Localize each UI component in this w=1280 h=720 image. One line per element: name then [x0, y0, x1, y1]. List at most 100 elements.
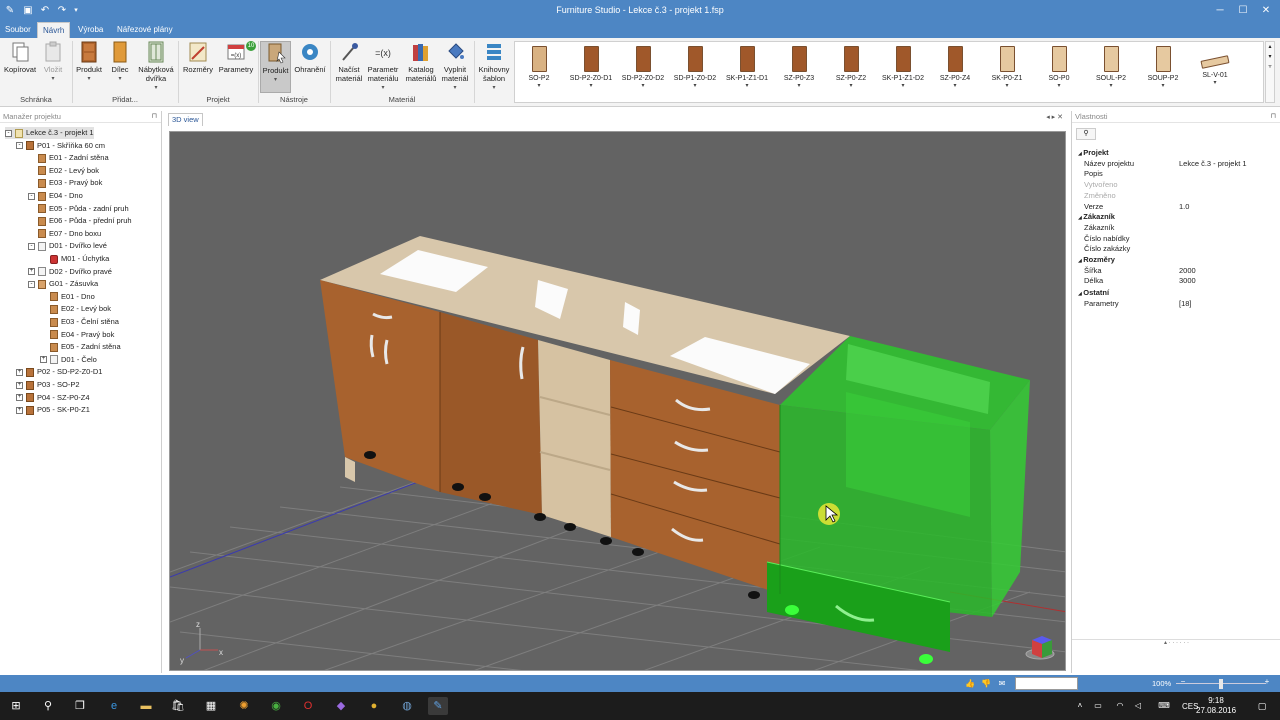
property-value[interactable] [1179, 191, 1274, 201]
gallery-item[interactable]: SK-P1-Z1-D2 ▾ [877, 46, 929, 89]
view-tab-nav[interactable]: ◂ ▸ ✕ [1046, 113, 1063, 121]
gallery-scrollbar[interactable]: ▴ ▾ ▿ [1265, 41, 1275, 103]
property-value[interactable] [1179, 234, 1274, 244]
chevron-down-icon[interactable]: ▾ [1137, 82, 1189, 89]
tab-3d-view[interactable]: 3D view [168, 113, 203, 126]
opera-icon[interactable]: O [298, 697, 318, 715]
expand-icon[interactable]: + [16, 368, 23, 376]
tree-item[interactable]: M01 - Úchytka [40, 253, 109, 265]
properties-toolbar-icon[interactable]: ⚲ [1076, 128, 1096, 140]
edge-browser-icon[interactable]: e [104, 697, 124, 715]
paste-button[interactable]: Vložit ▾ [38, 41, 68, 84]
collapse-icon[interactable]: - [28, 280, 35, 288]
tab-narezove-plany[interactable]: Nářezové plány [112, 22, 178, 38]
property-category[interactable]: ◢ Zákazník [1078, 212, 1115, 222]
tree-item[interactable]: E02 - Levý bok [28, 165, 99, 177]
property-value[interactable]: 1.0 [1179, 202, 1274, 212]
zoom-in-icon[interactable]: + [1262, 677, 1272, 686]
property-value[interactable] [1179, 244, 1274, 254]
tree-item[interactable]: E05 - Půda - zadní pruh [28, 203, 129, 215]
chevron-down-icon[interactable]: ▾ [929, 82, 981, 89]
tray-expand-icon[interactable]: ˄ [1070, 697, 1090, 715]
load-material-button[interactable]: Načíst materiál [333, 41, 365, 83]
tree-item[interactable]: E05 - Zadní stěna [40, 341, 121, 353]
3d-viewport[interactable]: z x y [169, 131, 1066, 671]
edging-button[interactable]: Ohranění [293, 41, 327, 74]
tree-item[interactable]: + D02 - Dvířko pravé [28, 266, 112, 278]
cabinet-p04-drawers[interactable] [610, 360, 780, 594]
keyboard-icon[interactable]: ⌨ [1154, 697, 1174, 715]
gallery-item[interactable]: SD-P1-Z0-D2 ▾ [669, 46, 721, 89]
copy-button[interactable]: Kopírovat [2, 41, 38, 74]
chevron-down-icon[interactable]: ▾ [565, 82, 617, 89]
chevron-down-icon[interactable]: ▾ [1033, 82, 1085, 89]
tree-item[interactable]: E06 - Půda - přední pruh [28, 215, 132, 227]
tree-item[interactable]: - D01 - Dvířko levé [28, 240, 107, 252]
gallery-item[interactable]: SO-P0 ▾ [1033, 46, 1085, 89]
expand-icon[interactable]: + [40, 356, 47, 364]
gallery-item[interactable]: SD-P2-Z0-D2 ▾ [617, 46, 669, 89]
expand-icon[interactable]: + [16, 406, 23, 414]
notifications-icon[interactable]: ▢ [1252, 697, 1272, 715]
chevron-down-icon[interactable]: ▾ [825, 82, 877, 89]
property-category[interactable]: ◢ Rozměry [1078, 255, 1115, 265]
windows-start-icon[interactable]: ⊞ [6, 697, 26, 715]
property-value[interactable] [1179, 180, 1274, 190]
tree-item[interactable]: + P05 - SK-P0-Z1 [16, 404, 90, 416]
gallery-item[interactable]: SOUP-P2 ▾ [1137, 46, 1189, 89]
tree-item[interactable]: E02 - Levý bok [40, 303, 111, 315]
file-explorer-icon[interactable]: ▬ [136, 697, 156, 715]
tree-item[interactable]: + P04 - SZ-P0-Z4 [16, 392, 90, 404]
chevron-down-icon[interactable]: ▾ [1085, 82, 1137, 89]
gallery-item[interactable]: SO-P2 ▾ [513, 46, 565, 89]
chrome-icon[interactable]: ◉ [266, 697, 286, 715]
tab-vyroba[interactable]: Výroba [73, 22, 108, 38]
chevron-down-icon[interactable]: ▾ [1189, 79, 1241, 86]
gallery-item[interactable]: SD-P2-Z0-D1 ▾ [565, 46, 617, 89]
volume-icon[interactable]: ◁ [1128, 697, 1148, 715]
collapse-icon[interactable]: - [5, 129, 12, 137]
app-icon-blue[interactable]: ◍ [397, 697, 417, 715]
zoom-out-icon[interactable]: − [1178, 677, 1188, 686]
gallery-item[interactable]: SOUL-P2 ▾ [1085, 46, 1137, 89]
visual-studio-icon[interactable]: ◆ [331, 697, 351, 715]
chevron-down-icon[interactable]: ▾ [513, 82, 565, 89]
close-button[interactable]: ✕ [1255, 0, 1277, 22]
minimize-button[interactable]: ─ [1209, 0, 1231, 22]
cabinet-p01-door-left[interactable] [320, 280, 440, 492]
expand-icon[interactable]: + [28, 268, 35, 276]
maximize-button[interactable]: ☐ [1232, 0, 1254, 22]
property-value[interactable] [1179, 169, 1274, 179]
calculator-icon[interactable]: ▦ [201, 697, 221, 715]
fill-material-button[interactable]: Vyplnit materiál ▾ [440, 41, 470, 93]
pin-icon[interactable]: ⊓ [1271, 111, 1276, 123]
thumbs-down-icon[interactable]: 👎 [981, 679, 991, 688]
chevron-down-icon[interactable]: ▾ [669, 82, 721, 89]
gallery-item[interactable]: SL-V-01 ▾ [1189, 46, 1241, 86]
task-view-icon[interactable]: ❐ [70, 697, 90, 715]
property-value[interactable]: 3000 [1179, 276, 1274, 286]
tree-item[interactable]: + P02 - SD-P2-Z0-D1 [16, 366, 102, 378]
expand-icon[interactable]: + [16, 394, 23, 402]
feedback-field[interactable] [1015, 677, 1078, 690]
thumbs-up-icon[interactable]: 👍 [965, 679, 975, 688]
comment-icon[interactable]: ✉ [997, 679, 1007, 688]
cabinet-p03-open-shelf[interactable] [538, 340, 611, 537]
add-furniture-doors-button[interactable]: Nábytková dvířka ▾ [136, 41, 176, 93]
store-icon[interactable]: 🛍 [168, 697, 188, 715]
chevron-down-icon[interactable]: ▾ [617, 82, 669, 89]
chevron-down-icon[interactable]: ▾ [981, 82, 1033, 89]
tree-item[interactable]: + D01 - Čelo [40, 354, 97, 366]
property-value[interactable] [1179, 223, 1274, 233]
template-libraries-button[interactable]: Knihovny šablon ▾ [477, 41, 511, 93]
clock[interactable]: 9:18 27.08.2016 [1196, 696, 1236, 716]
material-parameter-button[interactable]: =(x) Parametr materiálu ▾ [366, 41, 400, 93]
pin-icon[interactable]: ⊓ [152, 111, 157, 123]
cabinet-p05-selected[interactable] [766, 336, 1030, 664]
tree-item[interactable]: - Lekce č.3 - projekt 1 [5, 127, 94, 139]
gallery-item[interactable]: SZ-P0-Z4 ▾ [929, 46, 981, 89]
tree-item[interactable]: E04 - Pravý bok [40, 329, 114, 341]
material-catalog-button[interactable]: Katalog materiálů [404, 41, 438, 83]
gallery-item[interactable]: SK-P1-Z1-D1 ▾ [721, 46, 773, 89]
tree-item[interactable]: E07 - Dno boxu [28, 228, 101, 240]
